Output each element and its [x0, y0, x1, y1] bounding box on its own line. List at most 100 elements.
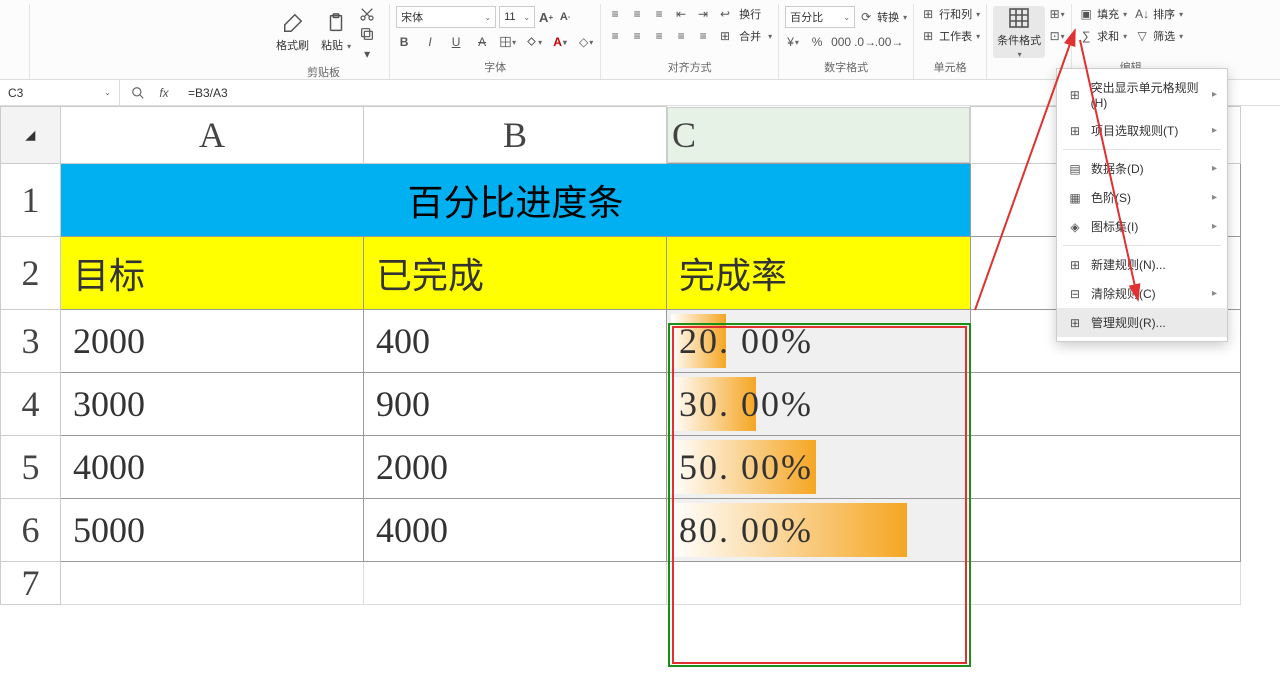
convert-icon[interactable]: ⟳: [858, 9, 874, 25]
cell-d6[interactable]: [971, 498, 1241, 561]
cell-a4[interactable]: 3000: [61, 372, 364, 435]
ribbon-group-align: ≡ ≡ ≡ ⇤ ⇥ ↩ 换行 ≡ ≡ ≡ ≡ ≡ ⊞ 合并▾: [601, 4, 779, 79]
row-header-4[interactable]: 4: [1, 372, 61, 435]
column-header-c[interactable]: C: [667, 107, 970, 163]
cell-a5[interactable]: 4000: [61, 435, 364, 498]
cell-b3[interactable]: 400: [364, 309, 667, 372]
border-icon[interactable]: ▾: [500, 34, 516, 50]
column-header-b[interactable]: B: [364, 107, 667, 164]
cell-b4[interactable]: 900: [364, 372, 667, 435]
currency-icon[interactable]: ¥▾: [785, 34, 801, 50]
inc-decimal-icon[interactable]: .0→: [857, 34, 873, 50]
fill-color-icon[interactable]: ▾: [526, 34, 542, 50]
font-color-icon[interactable]: A▾: [552, 34, 568, 50]
dec-decimal-icon[interactable]: .00→: [881, 34, 897, 50]
row-header-1[interactable]: 1: [1, 163, 61, 236]
autosum-icon[interactable]: ∑: [1078, 28, 1094, 44]
align-bottom-icon[interactable]: ≡: [651, 6, 667, 22]
menu-new-rule[interactable]: ⊞新建规则(N)...: [1057, 250, 1227, 279]
table-style-icon[interactable]: ⊞▾: [1049, 6, 1065, 22]
cell-a7[interactable]: [61, 561, 364, 604]
cut-icon[interactable]: [359, 6, 375, 22]
row-header-3[interactable]: 3: [1, 309, 61, 372]
filter-label[interactable]: 筛选: [1153, 28, 1175, 44]
comma-icon[interactable]: 000: [833, 34, 849, 50]
percent-icon[interactable]: %: [809, 34, 825, 50]
cell-c7[interactable]: [667, 561, 971, 604]
menu-top-bottom-rules[interactable]: ⊞项目选取规则(T)▸: [1057, 116, 1227, 145]
sum-label[interactable]: 求和: [1097, 28, 1119, 44]
row-header-7[interactable]: 7: [1, 561, 61, 604]
cell-d7[interactable]: [971, 561, 1241, 604]
title-cell[interactable]: 百分比进度条: [61, 163, 971, 236]
menu-color-scales[interactable]: ▦色阶(S)▸: [1057, 183, 1227, 212]
cell-c6[interactable]: 80. 00%: [667, 498, 971, 561]
newrule-icon: ⊞: [1067, 257, 1083, 273]
options-icon[interactable]: ▾: [359, 46, 375, 62]
bold-icon[interactable]: B: [396, 34, 412, 50]
align-middle-icon[interactable]: ≡: [629, 6, 645, 22]
cell-c3[interactable]: 20. 00%: [667, 309, 971, 372]
increase-font-icon[interactable]: A+: [538, 9, 554, 25]
header-cell-done[interactable]: 已完成: [364, 236, 667, 309]
distribute-icon[interactable]: ≡: [695, 28, 711, 44]
cell-b7[interactable]: [364, 561, 667, 604]
select-all-corner[interactable]: ◢: [1, 107, 61, 164]
italic-icon[interactable]: I: [422, 34, 438, 50]
menu-icon-sets[interactable]: ◈图标集(I)▸: [1057, 212, 1227, 241]
cell-d5[interactable]: [971, 435, 1241, 498]
sheet-icon[interactable]: ⊞: [920, 28, 936, 44]
format-painter-button[interactable]: 格式刷: [272, 6, 313, 58]
align-center-icon[interactable]: ≡: [629, 28, 645, 44]
cell-a3[interactable]: 2000: [61, 309, 364, 372]
cell-b6[interactable]: 4000: [364, 498, 667, 561]
number-format-select[interactable]: 百分比⌄: [785, 6, 855, 28]
wrap-icon[interactable]: ↩: [717, 6, 733, 22]
filter-icon[interactable]: ▽: [1134, 28, 1150, 44]
sort-icon[interactable]: A↓: [1134, 6, 1150, 22]
clear-format-icon[interactable]: ◇▾: [578, 34, 594, 50]
sheet-label[interactable]: 工作表: [939, 28, 972, 44]
menu-data-bars[interactable]: ▤数据条(D)▸: [1057, 154, 1227, 183]
name-box[interactable]: C3 ⌄: [0, 80, 120, 105]
justify-icon[interactable]: ≡: [673, 28, 689, 44]
menu-manage-rules[interactable]: ⊞管理规则(R)...: [1057, 308, 1227, 337]
cell-c4[interactable]: 30. 00%: [667, 372, 971, 435]
fx-icon[interactable]: fx: [156, 85, 172, 101]
row-header-5[interactable]: 5: [1, 435, 61, 498]
paste-button[interactable]: 粘贴 ▾: [317, 6, 355, 58]
fill-label[interactable]: 填充: [1097, 6, 1119, 22]
sort-label[interactable]: 排序: [1153, 6, 1175, 22]
dec-indent-icon[interactable]: ⇤: [673, 6, 689, 22]
align-left-icon[interactable]: ≡: [607, 28, 623, 44]
font-size-select[interactable]: 11⌄: [499, 6, 535, 28]
underline-icon[interactable]: U: [448, 34, 464, 50]
font-group-label: 字体: [484, 57, 506, 77]
row-header-6[interactable]: 6: [1, 498, 61, 561]
align-right-icon[interactable]: ≡: [651, 28, 667, 44]
menu-highlight-rules[interactable]: ⊞突出显示单元格规则(H)▸: [1057, 73, 1227, 116]
crop-icon[interactable]: ⊡▾: [1049, 28, 1065, 44]
merge-icon[interactable]: ⊞: [717, 28, 733, 44]
cell-a6[interactable]: 5000: [61, 498, 364, 561]
header-cell-rate[interactable]: 完成率: [667, 236, 971, 309]
decrease-font-icon[interactable]: A-: [557, 9, 573, 25]
conditional-format-button[interactable]: 条件格式 ▾: [993, 6, 1045, 58]
inc-indent-icon[interactable]: ⇥: [695, 6, 711, 22]
search-icon[interactable]: [130, 85, 146, 101]
row-header-2[interactable]: 2: [1, 236, 61, 309]
align-top-icon[interactable]: ≡: [607, 6, 623, 22]
copy-icon[interactable]: [359, 26, 375, 42]
cell-b5[interactable]: 2000: [364, 435, 667, 498]
fill-icon[interactable]: ▣: [1078, 6, 1094, 22]
clearrule-icon: ⊟: [1067, 286, 1083, 302]
column-header-a[interactable]: A: [61, 107, 364, 164]
rowcol-icon[interactable]: ⊞: [920, 6, 936, 22]
header-cell-target[interactable]: 目标: [61, 236, 364, 309]
strikethrough-icon[interactable]: A: [474, 34, 490, 50]
font-name-select[interactable]: 宋体⌄: [396, 6, 496, 28]
cell-d4[interactable]: [971, 372, 1241, 435]
menu-clear-rules[interactable]: ⊟清除规则(C)▸: [1057, 279, 1227, 308]
rowcol-label[interactable]: 行和列: [939, 6, 972, 22]
cell-c5[interactable]: 50. 00%: [667, 435, 971, 498]
